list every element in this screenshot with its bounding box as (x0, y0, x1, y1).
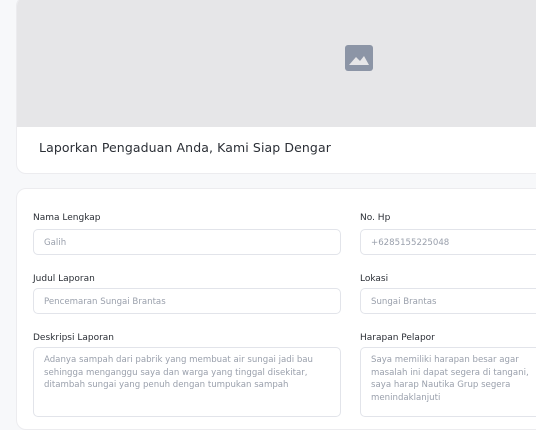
nama-lengkap-label: Nama Lengkap (33, 213, 101, 223)
nama-lengkap-input[interactable]: Galih (33, 229, 341, 255)
lokasi-label: Lokasi (360, 274, 389, 284)
report-form-card: Nama Lengkap Galih Judul Laporan Pencema… (16, 188, 536, 430)
judul-laporan-label: Judul Laporan (33, 274, 95, 284)
no-hp-label: No. Hp (360, 213, 391, 223)
lokasi-input[interactable]: Sungai Brantas (360, 288, 536, 314)
hero-image-placeholder (17, 0, 536, 127)
no-hp-input[interactable]: +6285155225048 (360, 229, 536, 255)
page-title: Laporkan Pengaduan Anda, Kami Siap Denga… (39, 140, 331, 155)
deskripsi-laporan-label: Deskripsi Laporan (33, 333, 114, 343)
harapan-pelapor-label: Harapan Pelapor (360, 333, 435, 343)
hero-card: Laporkan Pengaduan Anda, Kami Siap Denga… (16, 0, 536, 174)
judul-laporan-input[interactable]: Pencemaran Sungai Brantas (33, 288, 341, 314)
image-placeholder-icon (345, 45, 373, 71)
